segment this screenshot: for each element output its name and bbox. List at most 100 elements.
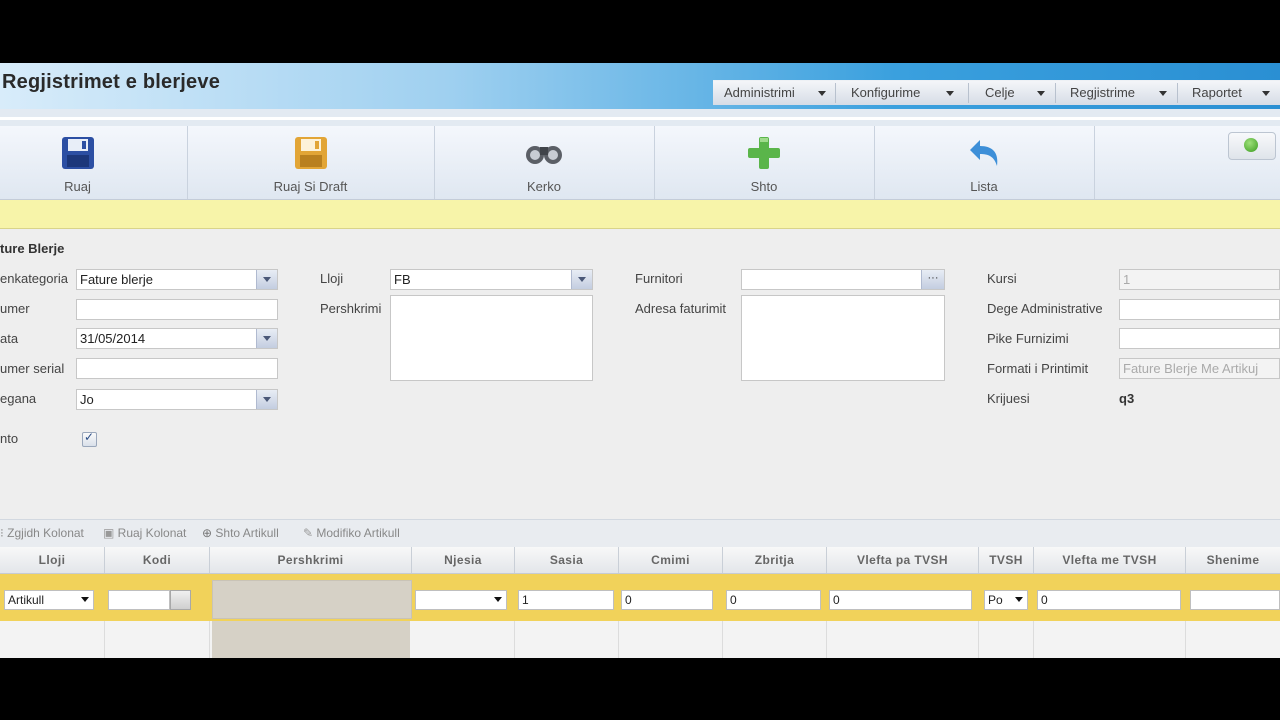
nenkategoria-select[interactable]: Fature blerje: [76, 269, 278, 290]
col-vlefta-me-tvsh[interactable]: Vlefta me TVSH: [1034, 547, 1185, 573]
aktivo-checkbox[interactable]: [82, 430, 97, 447]
data-label: ata: [0, 331, 19, 346]
status-button[interactable]: [1228, 132, 1276, 160]
cmimi-cell-input[interactable]: 0: [621, 590, 713, 610]
formati-field[interactable]: Fature Blerje Me Artikuj: [1119, 358, 1280, 379]
col-lloji[interactable]: Lloji: [0, 547, 104, 573]
menu-regjistrime[interactable]: Regjistrime: [1070, 81, 1167, 105]
aktivo-label: nto: [0, 431, 19, 446]
numer-field[interactable]: [76, 299, 278, 320]
col-tvsh[interactable]: TVSH: [979, 547, 1033, 573]
menu-separator: [968, 83, 969, 103]
numer-serial-label: umer serial: [0, 361, 65, 376]
action-toolbar: Ruaj Ruaj Si Draft Kerko Shto Lista: [0, 126, 1280, 200]
more-dots-button[interactable]: ···: [921, 270, 944, 289]
table-row[interactable]: [0, 621, 1280, 658]
adresa-textarea[interactable]: [741, 295, 945, 381]
zbritja-cell-input[interactable]: 0: [726, 590, 821, 610]
pershkrimi-textarea[interactable]: [390, 295, 593, 381]
lloji-cell-select[interactable]: Artikull: [4, 590, 94, 610]
edit-item-button[interactable]: ✎ Modifiko Artikull: [303, 526, 400, 540]
menu-separator: [1055, 83, 1056, 103]
col-njesia[interactable]: Njesia: [412, 547, 514, 573]
chevron-down-icon: [1159, 91, 1167, 96]
pencil-icon: ✎: [303, 526, 317, 540]
app-window: Regjistrimet e blerjeve Administrimi Kon…: [0, 63, 1280, 658]
green-status-icon: [1244, 138, 1258, 152]
kodi-cell-input[interactable]: [108, 590, 170, 610]
chevron-down-icon[interactable]: [256, 270, 277, 289]
vlefta-pa-tvsh-cell-input[interactable]: 0: [829, 590, 972, 610]
chevron-down-icon: [946, 91, 954, 96]
menu-raportet[interactable]: Raportet: [1192, 81, 1270, 105]
app-header: Regjistrimet e blerjeve Administrimi Kon…: [0, 63, 1280, 109]
col-zbritja[interactable]: Zbritja: [723, 547, 826, 573]
njesia-cell-select[interactable]: [415, 590, 507, 610]
menu-separator: [1177, 83, 1178, 103]
pike-field[interactable]: [1119, 328, 1280, 349]
chevron-down-icon: [818, 91, 826, 96]
pershkrimi-label: Pershkrimi: [320, 301, 382, 316]
list-button[interactable]: Lista: [875, 126, 1093, 199]
vlefta-me-tvsh-cell-input[interactable]: 0: [1037, 590, 1181, 610]
numer-serial-field[interactable]: [76, 358, 278, 379]
chevron-down-icon[interactable]: [256, 390, 277, 409]
furnitori-field[interactable]: ···: [741, 269, 945, 290]
sasia-cell-input[interactable]: 1: [518, 590, 614, 610]
main-menu: Administrimi Konfigurime Celje Regjistri…: [713, 80, 1280, 105]
tvsh-cell-select[interactable]: Po: [984, 590, 1028, 610]
message-bar: [0, 200, 1280, 229]
page-title: Regjistrimet e blerjeve: [2, 71, 221, 93]
choose-columns-button[interactable]: ⁝ Zgjidh Kolonat: [0, 526, 84, 540]
calendar-dropdown-icon[interactable]: [256, 329, 277, 348]
save-button[interactable]: Ruaj: [0, 126, 155, 199]
pershkrimi-cell: [212, 580, 412, 619]
pike-label: Pike Furnizimi: [987, 331, 1069, 346]
menu-separator: [835, 83, 836, 103]
dege-label: Dege Administrative: [987, 301, 1103, 316]
pershkrimi-cell: [212, 621, 410, 658]
shenime-cell-input[interactable]: [1190, 590, 1280, 610]
menu-celje[interactable]: Celje: [985, 81, 1045, 105]
plus-circle-icon: ⊕: [202, 526, 216, 540]
chevron-down-icon: [1037, 91, 1045, 96]
chevron-down-icon[interactable]: [571, 270, 592, 289]
krijuesi-label: Krijuesi: [987, 391, 1030, 406]
formati-label: Formati i Printimit: [987, 361, 1089, 376]
grid-toolbar: ⁝ Zgjidh Kolonat ▣ Ruaj Kolonat ⊕ Shto A…: [0, 519, 1280, 548]
search-button[interactable]: Kerko: [435, 126, 653, 199]
add-item-button[interactable]: ⊕ Shto Artikull: [202, 526, 279, 540]
pagana-label: egana: [0, 391, 37, 406]
plus-icon: [747, 136, 781, 173]
disk-icon: ▣: [103, 526, 118, 540]
col-kodi[interactable]: Kodi: [105, 547, 209, 573]
lloji-select[interactable]: FB: [390, 269, 593, 290]
col-shenime[interactable]: Shenime: [1186, 547, 1280, 573]
grid-edit-row: Artikull 1 0 0 0 Po 0: [0, 574, 1280, 621]
save-draft-button[interactable]: Ruaj Si Draft: [188, 126, 433, 199]
lloji-label: Lloji: [320, 271, 344, 286]
add-button[interactable]: Shto: [655, 126, 873, 199]
kursi-field[interactable]: 1: [1119, 269, 1280, 290]
menu-konfigurime[interactable]: Konfigurime: [851, 81, 954, 105]
col-vlefta-pa-tvsh[interactable]: Vlefta pa TVSH: [827, 547, 978, 573]
grid-header: Lloji Kodi Pershkrimi Njesia Sasia Cmimi…: [0, 547, 1280, 574]
col-pershkrimi[interactable]: Pershkrimi: [210, 547, 411, 573]
dege-field[interactable]: [1119, 299, 1280, 320]
kodi-lookup-button[interactable]: [170, 590, 191, 610]
chevron-down-icon: [81, 597, 89, 602]
col-cmimi[interactable]: Cmimi: [619, 547, 722, 573]
header-strip: [0, 109, 1280, 127]
pagana-select[interactable]: Jo: [76, 389, 278, 410]
save-columns-button[interactable]: ▣ Ruaj Kolonat: [103, 526, 186, 540]
nenkategoria-label: enkategoria: [0, 271, 68, 286]
undo-arrow-icon: [966, 136, 1002, 173]
date-field[interactable]: 31/05/2014: [76, 328, 278, 349]
krijuesi-value: q3: [1119, 391, 1135, 406]
kursi-label: Kursi: [987, 271, 1017, 286]
chevron-down-icon: [494, 597, 502, 602]
chevron-down-icon: [1015, 597, 1023, 602]
col-sasia[interactable]: Sasia: [515, 547, 618, 573]
numer-label: umer: [0, 301, 30, 316]
menu-administrimi[interactable]: Administrimi: [724, 81, 826, 105]
